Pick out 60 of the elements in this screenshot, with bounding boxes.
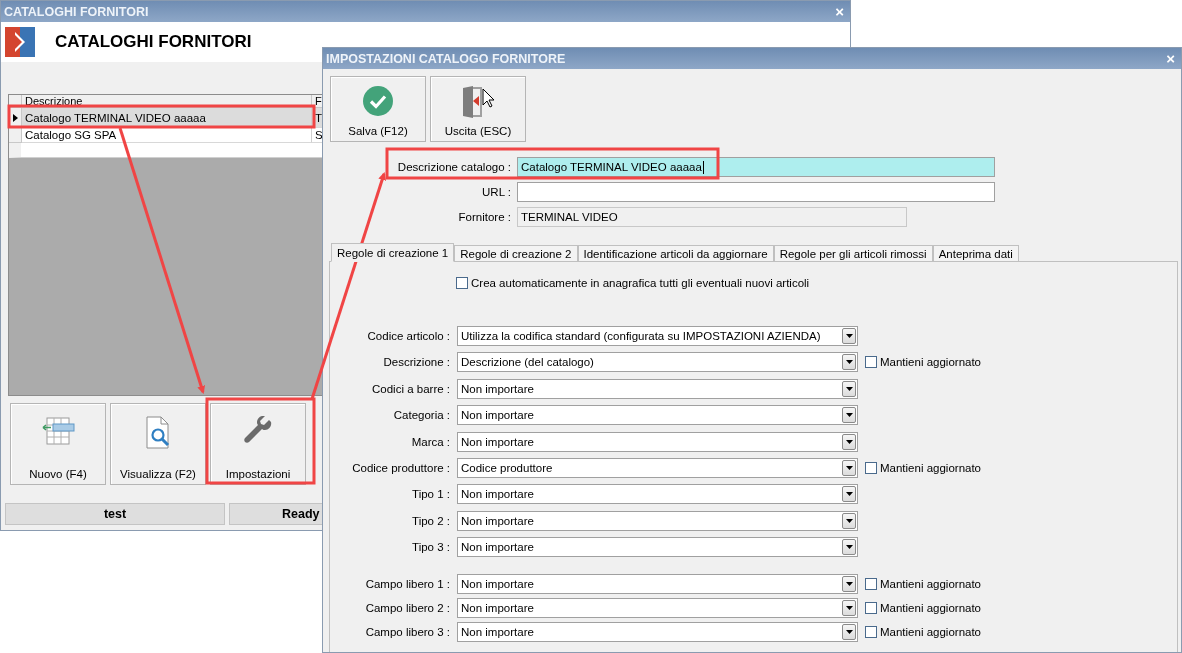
checkbox-label: Mantieni aggiornato	[880, 356, 981, 369]
tab[interactable]: Regole per gli articoli rimossi	[773, 245, 933, 262]
table-cell: Catalogo TERMINAL VIDEO aaaaa	[22, 108, 312, 128]
toolbar-button[interactable]: Salva (F12)	[330, 76, 426, 142]
text-field[interactable]	[517, 182, 995, 202]
field-label: Marca :	[410, 435, 451, 448]
tab[interactable]: Anteprima dati	[932, 245, 1019, 262]
checkbox[interactable]	[456, 277, 468, 289]
checkbox-label: Mantieni aggiornato	[880, 626, 981, 639]
field-label: Codici a barre :	[371, 382, 451, 395]
dropdown[interactable]: Non importare	[457, 574, 858, 595]
window-title: IMPOSTAZIONI CATALOGO FORNITORE	[326, 51, 566, 66]
field-label: Campo libero 1 :	[364, 578, 451, 591]
dropdown[interactable]: Non importare	[457, 405, 858, 426]
status-panel: test	[5, 503, 225, 525]
checkbox[interactable]	[865, 356, 877, 369]
field-label: Campo libero 2 :	[364, 602, 451, 615]
dropdown[interactable]: Non importare	[457, 484, 858, 505]
field-label: Tipo 1 :	[411, 488, 451, 501]
checkbox-label: Mantieni aggiornato	[880, 602, 981, 615]
checkbox[interactable]	[865, 626, 877, 639]
field-label: Tipo 3 :	[411, 541, 451, 554]
window-title: CATALOGHI FORNITORI	[4, 4, 149, 19]
dropdown[interactable]: Non importare	[457, 510, 858, 531]
field-label: Categoria :	[392, 409, 451, 422]
checkbox-label: Mantieni aggiornato	[880, 578, 981, 591]
toolbar-button[interactable]: Visualizza (F2)	[110, 403, 206, 485]
field-label: Tipo 2 :	[411, 514, 451, 527]
dropdown[interactable]: Non importare	[457, 537, 858, 558]
checkbox-label: Mantieni aggiornato	[880, 461, 981, 474]
tab[interactable]: Identificazione articoli da aggiornare	[577, 245, 774, 262]
checkbox[interactable]	[865, 461, 877, 474]
dropdown[interactable]: Non importare	[457, 378, 858, 399]
dropdown[interactable]: Non importare	[457, 431, 858, 452]
dropdown[interactable]: Codice produttore	[457, 457, 858, 478]
field-label: Codice produttore :	[351, 461, 451, 474]
field-label: URL :	[481, 186, 512, 198]
checkbox[interactable]	[865, 602, 877, 615]
toolbar-button[interactable]: Nuovo (F4)	[10, 403, 106, 485]
field-label: Fornitore :	[457, 211, 512, 223]
dropdown[interactable]: Descrizione (del catalogo)	[457, 352, 858, 373]
dropdown[interactable]: Non importare	[457, 598, 858, 619]
table-icon	[41, 416, 75, 446]
tab[interactable]: Regole di creazione 2	[454, 245, 578, 262]
checkbox[interactable]	[865, 578, 877, 591]
field-label: Descrizione :	[382, 356, 451, 369]
field-label: Descrizione catalogo :	[396, 161, 512, 173]
dropdown[interactable]: Non importare	[457, 622, 858, 643]
check-icon	[362, 85, 394, 117]
toolbar-button[interactable]: Impostazioni	[210, 403, 306, 485]
field-label: Campo libero 3 :	[364, 626, 451, 639]
dropdown[interactable]: Utilizza la codifica standard (configurata su IMPOSTAZIONI AZIENDA)	[457, 326, 858, 346]
page-title: CATALOGHI FORNITORI	[55, 32, 252, 52]
logo-icon	[5, 27, 35, 57]
toolbar-button[interactable]: Uscita (ESC)	[430, 76, 526, 142]
tab[interactable]: Regole di creazione 1	[331, 243, 455, 262]
field-label: Codice articolo :	[366, 330, 451, 342]
row-pointer-icon	[12, 113, 18, 122]
text-field[interactable]: Catalogo TERMINAL VIDEO aaaaa	[517, 157, 995, 177]
checkbox-label: Crea automaticamente in anagrafica tutti gli eventuali nuovi articoli	[471, 277, 810, 289]
